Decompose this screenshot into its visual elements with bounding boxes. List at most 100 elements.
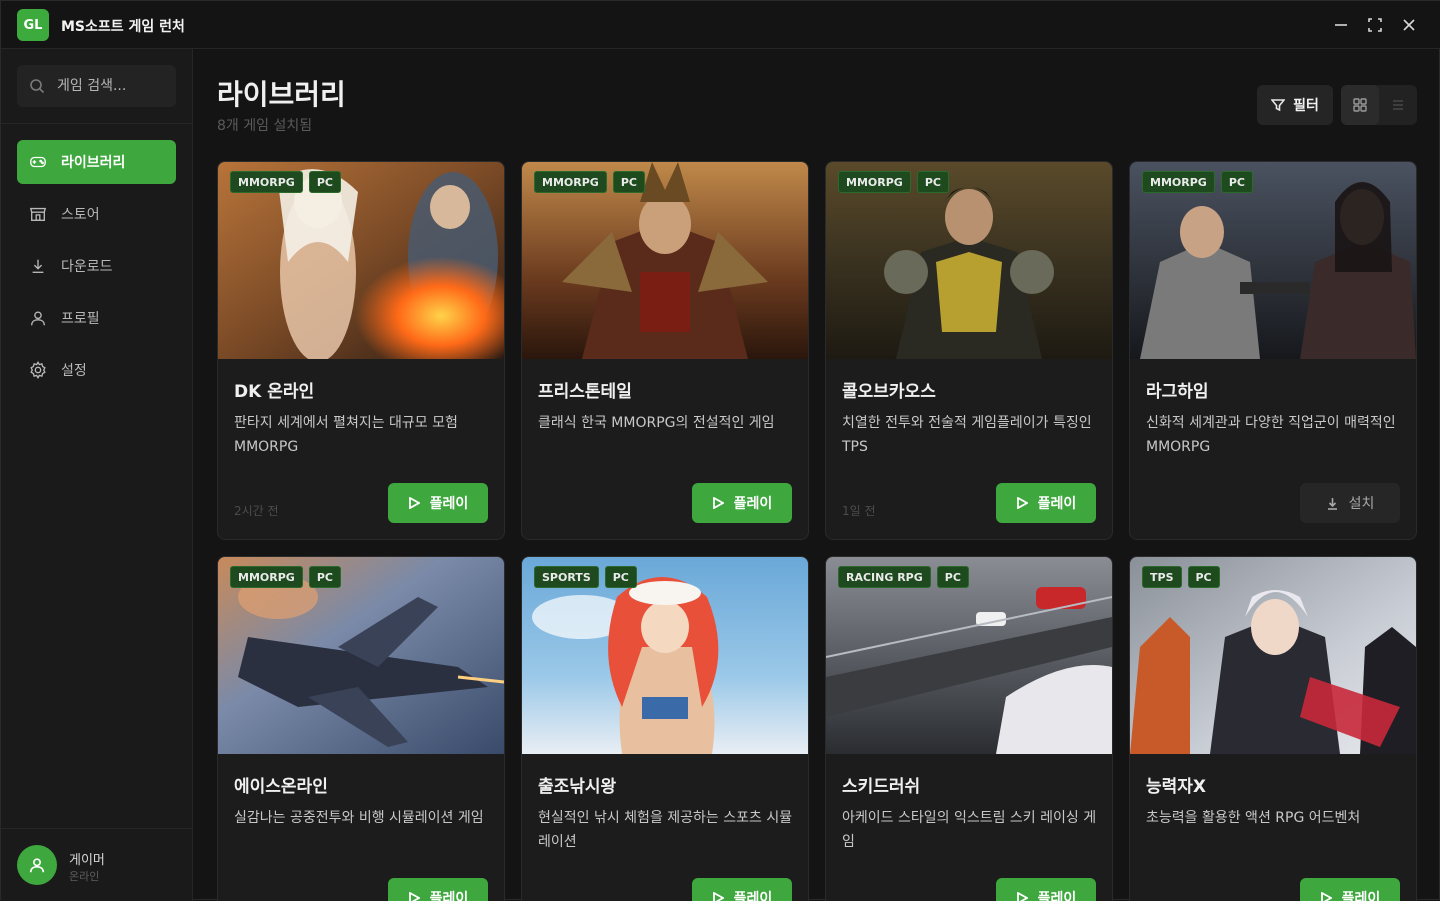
game-description: 실감나는 공중전투와 비행 시뮬레이션 게임	[234, 810, 484, 826]
play-button[interactable]: 플레이	[1300, 878, 1400, 901]
game-card[interactable]: MMORPG PC 에이스온라인 실감나는 공중전투와 비행 시뮬레이션 게임 …	[217, 556, 505, 901]
game-title: 에이스온라인	[234, 777, 328, 797]
game-title: 능력자X	[1146, 777, 1207, 797]
game-card[interactable]: MMORPG PC DK 온라인 판타지 세계에서 펼쳐지는 대규모 모험 MM…	[217, 161, 505, 540]
play-button[interactable]: 플레이	[692, 483, 792, 523]
list-view-icon	[1393, 100, 1403, 110]
filter-button[interactable]: 필터	[1257, 85, 1333, 125]
game-card[interactable]: MMORPG PC 콜오브카오스 치열한 전투와 전술적 게임플레이가 특징인 …	[825, 161, 1113, 540]
sidebar-nav: 라이브러리 스토어 다운로드 프로필 설정	[17, 140, 176, 400]
platform-tag: PC	[308, 566, 341, 588]
tag-group: MMORPG PC	[230, 171, 341, 193]
tag-group: MMORPG PC	[230, 566, 341, 588]
avatar[interactable]	[17, 845, 57, 885]
tag-group: MMORPG PC	[534, 171, 645, 193]
genre-tag: TPS	[1142, 566, 1182, 588]
play-button[interactable]: 플레이	[388, 878, 488, 901]
user-icon	[29, 858, 45, 873]
minimize-icon[interactable]	[1329, 13, 1353, 37]
play-icon	[408, 497, 420, 509]
sidebar-divider	[1, 123, 193, 124]
page-title: 라이브러리	[217, 78, 346, 111]
sidebar-item-profile[interactable]: 프로필	[17, 296, 176, 340]
sidebar-item-label: 프로필	[61, 311, 100, 327]
filter-icon	[1271, 99, 1286, 112]
play-icon	[1016, 497, 1028, 509]
close-icon[interactable]	[1397, 13, 1421, 37]
sidebar-item-library[interactable]: 라이브러리	[17, 140, 176, 184]
play-button[interactable]: 플레이	[692, 878, 792, 901]
view-toggle	[1341, 85, 1417, 125]
tag-group: RACING RPG PC	[838, 566, 969, 588]
last-played: 2시간 전	[234, 504, 279, 518]
user-status: 온라인	[69, 870, 100, 883]
sidebar-item-download[interactable]: 다운로드	[17, 244, 176, 288]
play-button[interactable]: 플레이	[996, 483, 1096, 523]
game-card[interactable]: SPORTS PC 출조낚시왕 현실적인 낚시 체험을 제공하는 스포츠 시뮬레…	[521, 556, 809, 901]
download-icon	[1327, 497, 1337, 510]
platform-tag: PC	[936, 566, 969, 588]
game-card[interactable]: MMORPG PC 프리스톤테일 클래식 한국 MMORPG의 전설적인 게임 …	[521, 161, 809, 540]
game-description: 판타지 세계에서 펼쳐지는 대규모 모험 MMORPG	[234, 415, 458, 455]
page-subtitle: 8개 게임 설치됨	[217, 118, 313, 134]
sidebar-item-label: 설정	[61, 363, 87, 379]
game-title: 프리스톤테일	[538, 382, 632, 402]
sidebar-item-label: 스토어	[61, 207, 100, 223]
play-label: 플레이	[429, 496, 469, 512]
game-title: 스키드러쉬	[842, 777, 921, 797]
game-title: DK 온라인	[234, 382, 315, 402]
platform-tag: PC	[1220, 171, 1253, 193]
list-view-button[interactable]	[1379, 85, 1417, 125]
tag-group: MMORPG PC	[838, 171, 949, 193]
search-input[interactable]	[57, 78, 157, 94]
play-label: 플레이	[733, 891, 773, 901]
genre-tag: MMORPG	[838, 171, 911, 193]
sidebar-item-label: 다운로드	[61, 259, 113, 275]
game-card[interactable]: MMORPG PC 라그하임 신화적 세계관과 다양한 직업군이 매력적인 MM…	[1129, 161, 1417, 540]
game-title: 콜오브카오스	[842, 382, 936, 402]
gear-icon	[30, 361, 46, 379]
maximize-icon[interactable]	[1363, 13, 1387, 37]
download-icon	[32, 259, 44, 273]
genre-tag: MMORPG	[230, 171, 303, 193]
game-card[interactable]: TPS PC 능력자X 초능력을 활용한 액션 RPG 어드벤처 플레이	[1129, 556, 1417, 901]
genre-tag: SPORTS	[534, 566, 599, 588]
platform-tag: PC	[1187, 566, 1220, 588]
title-bar: GL MS소프트 게임 런처	[1, 1, 1440, 49]
sidebar-item-store[interactable]: 스토어	[17, 192, 176, 236]
game-description: 아케이드 스타일의 익스트림 스키 레이싱 게임	[842, 810, 1097, 850]
platform-tag: PC	[604, 566, 637, 588]
install-label: 설치	[1348, 496, 1375, 512]
play-button[interactable]: 플레이	[996, 878, 1096, 901]
game-description: 클래식 한국 MMORPG의 전설적인 게임	[538, 415, 775, 431]
genre-tag: MMORPG	[1142, 171, 1215, 193]
game-description: 치열한 전투와 전술적 게임플레이가 특징인 TPS	[842, 415, 1092, 455]
sidebar: 라이브러리 스토어 다운로드 프로필 설정 게이머	[1, 49, 193, 901]
launcher-window: GL MS소프트 게임 런처 라이브러리 스토어	[0, 0, 1440, 901]
platform-tag: PC	[612, 171, 645, 193]
filter-label: 필터	[1293, 98, 1319, 114]
game-card[interactable]: RACING RPG PC 스키드러쉬 아케이드 스타일의 익스트림 스키 레이…	[825, 556, 1113, 901]
install-button[interactable]: 설치	[1300, 483, 1400, 523]
main-content: 라이브러리 8개 게임 설치됨 필터 MMORPG PC DK 온라인 판타지 …	[193, 49, 1440, 901]
search-icon	[30, 79, 45, 94]
grid-view-button[interactable]	[1341, 85, 1379, 125]
grid-view-icon	[1353, 98, 1367, 112]
game-description: 현실적인 낚시 체험을 제공하는 스포츠 시뮬레이션	[538, 810, 793, 850]
genre-tag: MMORPG	[230, 566, 303, 588]
search-box[interactable]	[17, 65, 176, 107]
genre-tag: MMORPG	[534, 171, 607, 193]
store-icon	[29, 207, 47, 221]
genre-tag: RACING RPG	[838, 566, 931, 588]
play-label: 플레이	[1037, 496, 1077, 512]
platform-tag: PC	[308, 171, 341, 193]
play-label: 플레이	[1341, 891, 1381, 901]
user-panel[interactable]: 게이머 온라인	[1, 828, 193, 901]
user-icon	[31, 311, 45, 326]
sidebar-item-settings[interactable]: 설정	[17, 348, 176, 392]
play-label: 플레이	[733, 496, 773, 512]
gamepad-icon	[30, 156, 46, 168]
app-logo: GL	[17, 9, 49, 41]
play-label: 플레이	[1037, 891, 1077, 901]
play-button[interactable]: 플레이	[388, 483, 488, 523]
